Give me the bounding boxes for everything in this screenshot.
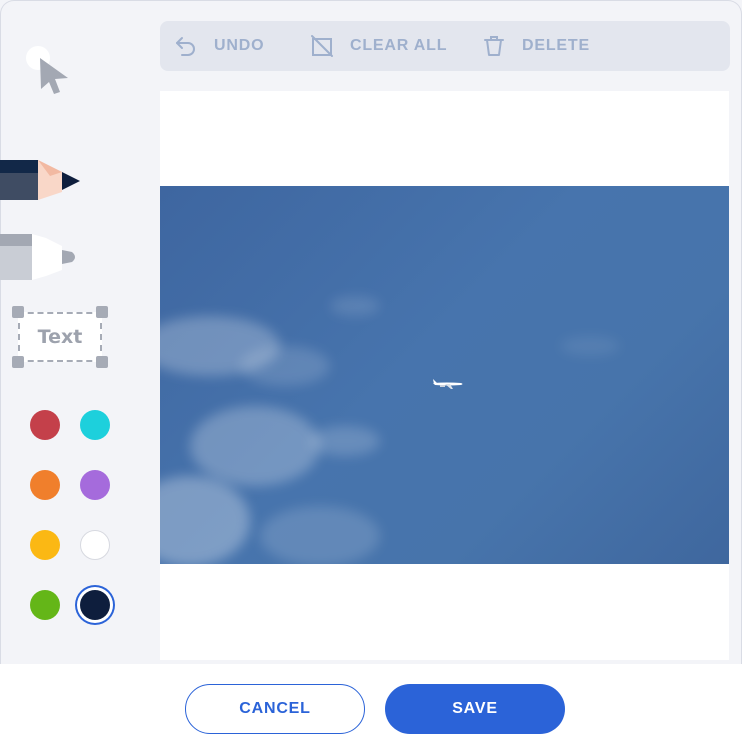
undo-icon: [176, 37, 195, 56]
undo-button[interactable]: UNDO: [174, 21, 264, 71]
clear-all-icon: [311, 35, 333, 57]
trash-icon: [484, 36, 504, 56]
color-swatch-yellow[interactable]: [30, 530, 60, 560]
resize-handle: [96, 306, 108, 318]
cancel-button[interactable]: CANCEL: [185, 684, 365, 734]
marker-icon: [0, 234, 75, 280]
color-swatch-purple[interactable]: [80, 470, 110, 500]
marker-tool[interactable]: [0, 230, 80, 284]
color-swatch-orange[interactable]: [30, 470, 60, 500]
color-swatch-red[interactable]: [30, 410, 60, 440]
pencil-icon: [0, 160, 80, 200]
clear-all-label: CLEAR ALL: [350, 37, 448, 54]
select-cursor-tool[interactable]: [24, 44, 74, 100]
color-swatch-green[interactable]: [30, 590, 60, 620]
delete-button[interactable]: DELETE: [482, 21, 590, 71]
sky-airplane-photo: [160, 186, 729, 564]
save-button[interactable]: SAVE: [385, 684, 565, 734]
clear-all-button[interactable]: CLEAR ALL: [310, 21, 447, 71]
delete-label: DELETE: [522, 37, 590, 54]
color-swatch-navy[interactable]: [80, 590, 110, 620]
resize-handle: [96, 356, 108, 368]
undo-label: UNDO: [214, 37, 265, 54]
drawing-canvas[interactable]: [160, 91, 729, 660]
arrow-cursor-icon: [40, 58, 68, 94]
airplane-icon: [433, 379, 463, 389]
tool-sidebar: Text: [0, 0, 150, 664]
text-tool[interactable]: Text: [12, 306, 108, 368]
text-tool-label: Text: [37, 326, 83, 348]
drawing-editor-dialog: Text UNDO CLEAR ALL DELETE CANCEL SAVE: [0, 0, 742, 747]
resize-handle: [12, 356, 24, 368]
dialog-footer: CANCEL SAVE: [0, 664, 742, 747]
color-swatch-cyan[interactable]: [80, 410, 110, 440]
resize-handle: [12, 306, 24, 318]
edit-toolbar: UNDO CLEAR ALL DELETE: [160, 21, 730, 71]
pencil-tool[interactable]: [0, 156, 82, 204]
color-swatch-white[interactable]: [80, 530, 110, 560]
